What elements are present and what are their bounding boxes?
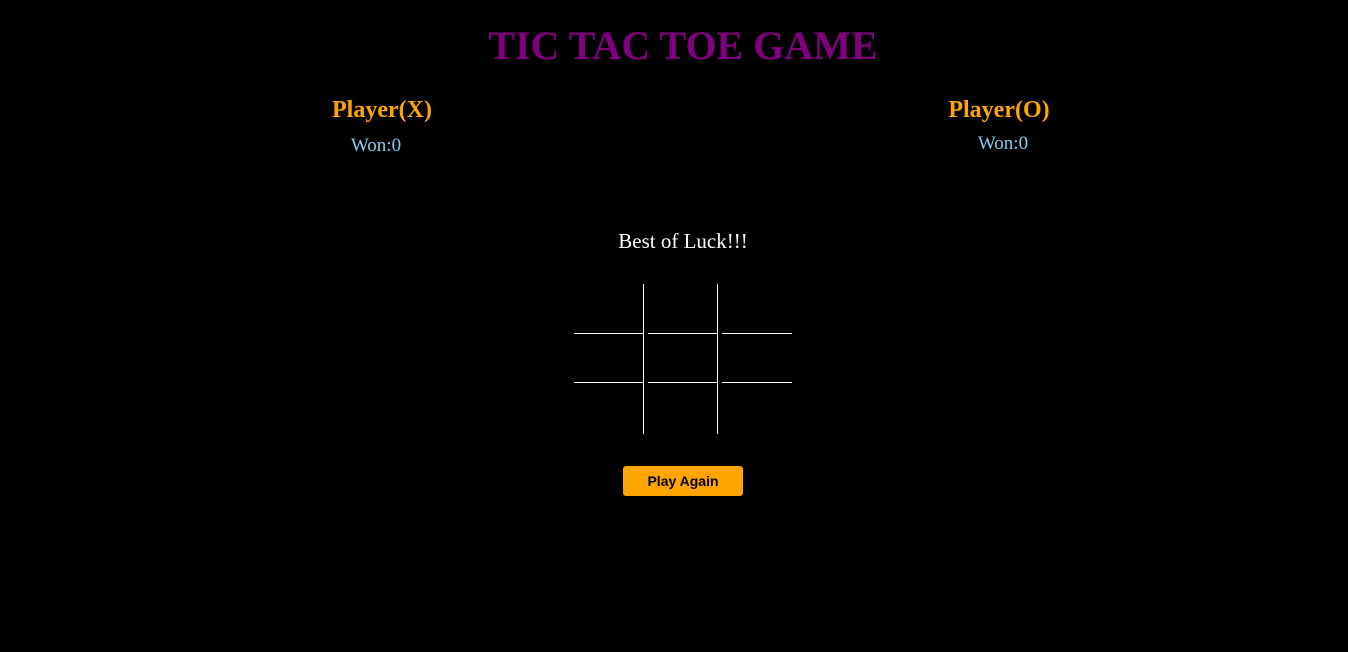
play-again-button[interactable]: Play Again xyxy=(623,466,743,496)
player-o-wins: Won:0 xyxy=(977,133,1029,154)
board-cell-1[interactable] xyxy=(648,284,718,334)
board-cell-3[interactable] xyxy=(574,334,644,383)
board-cell-2[interactable] xyxy=(722,284,792,334)
board-cell-4[interactable] xyxy=(648,334,718,383)
game-board xyxy=(574,284,792,434)
game-title: TIC TAC TOE GAME xyxy=(488,23,878,68)
player-o-name: Player(O) xyxy=(948,97,1050,123)
player-o-panel: Player(O) Won:0 xyxy=(946,96,1052,155)
player-x-wins: Won:0 xyxy=(350,135,402,156)
board-cell-8[interactable] xyxy=(722,383,792,434)
status-message: Best of Luck!!! xyxy=(618,229,748,253)
board-cell-5[interactable] xyxy=(722,334,792,383)
player-x-name: Player(X) xyxy=(332,97,432,123)
board-cell-7[interactable] xyxy=(648,383,718,434)
board-cell-6[interactable] xyxy=(574,383,644,434)
board-cell-0[interactable] xyxy=(574,284,644,334)
player-x-panel: Player(X) Won:0 xyxy=(330,96,434,157)
